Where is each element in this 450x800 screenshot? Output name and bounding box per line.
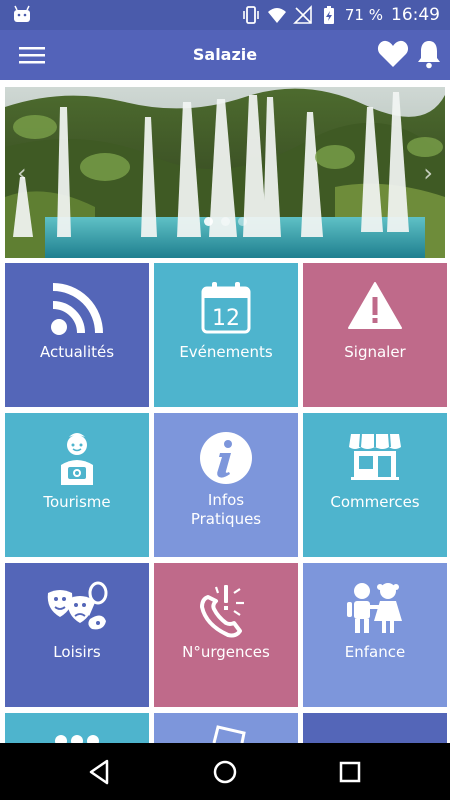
home-icon[interactable] (210, 757, 240, 787)
vibrate-icon (243, 6, 259, 24)
shop-icon (349, 433, 401, 480)
emergency-phone-icon (200, 585, 244, 638)
back-icon[interactable] (85, 757, 115, 787)
carousel-prev-button[interactable]: ‹ (17, 159, 27, 187)
tile-label: Tourisme (43, 493, 111, 511)
document-icon (212, 725, 246, 743)
carousel-dots (5, 217, 445, 226)
tile-label: Signaler (344, 343, 406, 361)
tile-infos-pratiques[interactable]: Infos Pratiques (154, 413, 298, 557)
tourist-icon (61, 433, 93, 485)
children-icon (347, 583, 402, 633)
tile-label: Enfance (344, 643, 406, 661)
waterfall-banner-carousel[interactable]: ‹ › (5, 87, 445, 258)
tile-partial-3[interactable] (303, 713, 447, 743)
waterfall-image (5, 87, 445, 258)
tile-numeros-urgences[interactable]: N°urgences (154, 563, 298, 707)
tile-label: Loisirs (53, 643, 101, 661)
tile-label: Commerces (330, 493, 420, 511)
tile-partial-2[interactable] (154, 713, 298, 743)
tile-actualites[interactable]: Actualités (5, 263, 149, 407)
tile-evenements[interactable]: 12 Evénements (154, 263, 298, 407)
heart-icon[interactable] (377, 39, 409, 69)
tile-tourisme[interactable]: Tourisme (5, 413, 149, 557)
carousel-dot[interactable] (203, 217, 213, 226)
carousel-next-button[interactable]: › (423, 159, 433, 187)
calendar-day: 12 (212, 306, 240, 331)
calendar-icon: 12 (201, 282, 251, 334)
status-bar: 71 % 16:49 (0, 0, 450, 30)
leisure-icon (47, 581, 108, 630)
carousel-dot[interactable] (220, 217, 230, 226)
no-signal-icon (292, 5, 312, 24)
tile-label-line1: Infos (207, 491, 245, 509)
tile-partial-1[interactable] (5, 713, 149, 743)
dots-icon (55, 735, 99, 743)
battery-percent: 71 % (344, 6, 383, 24)
tile-commerces[interactable]: Commerces (303, 413, 447, 557)
wifi-icon (267, 8, 286, 23)
warning-icon (348, 282, 402, 329)
tile-label-line2: Pratiques (190, 510, 262, 528)
info-icon (200, 432, 252, 484)
recents-icon[interactable] (335, 757, 365, 787)
rss-icon (51, 283, 103, 335)
tile-loisirs[interactable]: Loisirs (5, 563, 149, 707)
bell-icon[interactable] (416, 39, 442, 69)
system-nav-bar (0, 743, 450, 800)
tile-label: Actualités (39, 343, 115, 361)
android-icon (14, 5, 30, 22)
battery-charging-icon (323, 6, 334, 24)
app-bar: Salazie (0, 30, 450, 80)
tile-label: Evénements (179, 343, 273, 361)
clock: 16:49 (391, 5, 440, 25)
tile-signaler[interactable]: Signaler (303, 263, 447, 407)
carousel-dot[interactable] (237, 217, 247, 226)
tile-label: N°urgences (182, 643, 270, 661)
tile-enfance[interactable]: Enfance (303, 563, 447, 707)
tile-label: Infos Pratiques (158, 491, 294, 529)
